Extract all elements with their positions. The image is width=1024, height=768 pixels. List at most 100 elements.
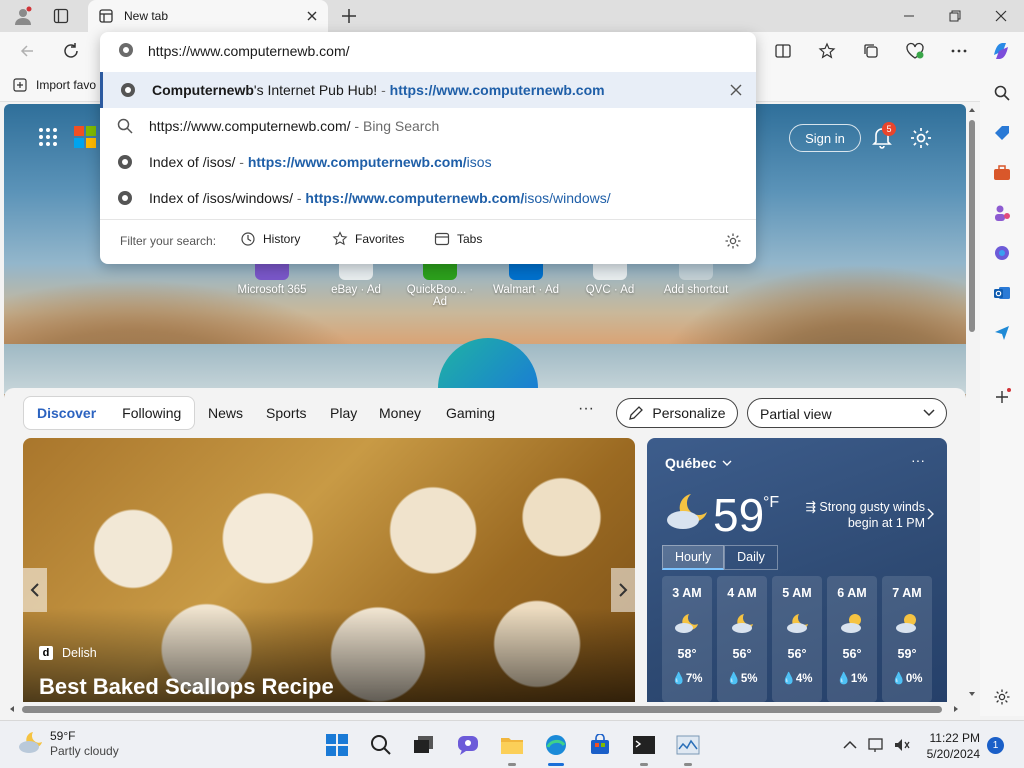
weather-card[interactable]: Québec ··· 59 °F ⇶ Strong gusty winds be…: [647, 438, 947, 702]
windows-taskbar: 59°F Partly cloudy 11:22 PM 5/20/2024 1: [0, 720, 1024, 768]
hour-time: 6 AM: [837, 586, 867, 600]
tools-briefcase-icon[interactable]: [991, 162, 1013, 184]
vertical-scrollbar[interactable]: [966, 104, 978, 702]
taskbar-search-icon[interactable]: [367, 731, 395, 759]
profile-icon[interactable]: [10, 4, 36, 28]
show-hidden-icons-chevron[interactable]: [836, 731, 864, 759]
nav-play[interactable]: Play: [330, 405, 357, 421]
current-temperature: 59: [713, 489, 765, 541]
nav-news[interactable]: News: [208, 405, 243, 421]
games-icon[interactable]: [991, 202, 1013, 224]
edge-taskbar-icon[interactable]: [542, 731, 570, 759]
scroll-down-icon[interactable]: [968, 690, 976, 698]
suggestion-item[interactable]: https://www.computernewb.com/ - Bing Sea…: [100, 108, 756, 144]
tab-discover[interactable]: Discover: [24, 405, 109, 421]
view-mode-select[interactable]: Partial view: [747, 398, 947, 428]
carousel-prev-button[interactable]: [23, 568, 47, 612]
more-nav-icon[interactable]: ···: [578, 400, 594, 418]
carousel-next-button[interactable]: [611, 568, 635, 612]
close-tab-icon[interactable]: [304, 8, 320, 24]
clock[interactable]: 11:22 PM 5/20/2024: [924, 730, 980, 762]
copilot-icon[interactable]: [988, 39, 1014, 63]
weather-location[interactable]: Québec: [665, 455, 732, 471]
nav-gaming[interactable]: Gaming: [446, 405, 495, 421]
back-button[interactable]: [14, 39, 40, 63]
address-input[interactable]: https://www.computernewb.com/: [148, 43, 350, 59]
new-tab-button[interactable]: [338, 4, 360, 28]
tab-daily[interactable]: Daily: [724, 545, 778, 570]
featured-article-card[interactable]: d Delish Best Baked Scallops Recipe: [23, 438, 635, 702]
tab-actions-icon[interactable]: [48, 4, 74, 28]
microsoft-365-icon[interactable]: [991, 242, 1013, 264]
weather-widget-icon[interactable]: [18, 729, 44, 755]
notification-center-badge[interactable]: 1: [987, 737, 1004, 754]
scroll-left-icon[interactable]: [8, 705, 16, 713]
restore-button[interactable]: [932, 0, 978, 32]
nav-sports[interactable]: Sports: [266, 405, 306, 421]
sign-in-button[interactable]: Sign in: [789, 124, 861, 152]
forecast-tabs: Hourly Daily: [662, 545, 778, 570]
sidebar-settings-gear-icon[interactable]: [991, 686, 1013, 708]
browser-essentials-icon[interactable]: [902, 39, 928, 63]
minimize-button[interactable]: [886, 0, 932, 32]
sidebar-search-icon[interactable]: [991, 82, 1013, 104]
add-sidebar-app-icon[interactable]: [991, 386, 1013, 408]
page-settings-gear-icon[interactable]: [909, 126, 933, 150]
chat-icon[interactable]: [454, 731, 482, 759]
search-settings-gear-icon[interactable]: [724, 232, 742, 250]
remove-suggestion-icon[interactable]: [728, 82, 744, 98]
drop-send-icon[interactable]: [991, 322, 1013, 344]
tile-label: eBay · Ad: [331, 284, 381, 296]
horizontal-scrollbar[interactable]: [4, 702, 966, 716]
tab-strip: New tab: [0, 0, 1024, 32]
chevron-right-icon[interactable]: [927, 508, 935, 520]
outlook-icon[interactable]: [991, 282, 1013, 304]
start-button[interactable]: [323, 731, 351, 759]
hour-item: 3 AM 58° 💧7%: [662, 576, 712, 702]
chevron-down-icon: [722, 460, 732, 466]
scroll-right-icon[interactable]: [952, 705, 960, 713]
app-launcher-icon[interactable]: [38, 127, 58, 147]
settings-more-icon[interactable]: [946, 39, 972, 63]
shopping-tag-icon[interactable]: [991, 122, 1013, 144]
address-bar-dropdown: https://www.computernewb.com/ Computerne…: [100, 32, 756, 264]
hour-item: 5 AM 56° 💧4%: [772, 576, 822, 702]
weather-widget[interactable]: 59°F Partly cloudy: [50, 729, 119, 759]
nav-money[interactable]: Money: [379, 405, 421, 421]
filter-tabs-button[interactable]: Tabs: [434, 231, 482, 247]
filter-history-button[interactable]: History: [240, 231, 300, 247]
suggestion-item[interactable]: Computernewb's Internet Pub Hub! - https…: [100, 72, 756, 108]
network-icon[interactable]: [862, 731, 890, 759]
filter-favorites-button[interactable]: Favorites: [332, 231, 404, 247]
vertical-scroll-thumb[interactable]: [969, 120, 975, 332]
article-headline[interactable]: Best Baked Scallops Recipe: [39, 674, 334, 700]
tab-hourly[interactable]: Hourly: [662, 545, 725, 570]
horizontal-scroll-thumb[interactable]: [22, 706, 942, 713]
tab-following[interactable]: Following: [109, 405, 194, 421]
partly-cloudy-night-icon: [667, 494, 707, 529]
refresh-button[interactable]: [58, 39, 84, 63]
weather-more-icon[interactable]: ···: [911, 452, 925, 468]
microsoft-store-icon[interactable]: [586, 731, 614, 759]
split-screen-icon[interactable]: [770, 39, 796, 63]
favorites-icon[interactable]: [814, 39, 840, 63]
suggestion-item[interactable]: Index of /isos/ - https://www.computerne…: [100, 144, 756, 180]
collections-icon[interactable]: [858, 39, 884, 63]
personalize-button[interactable]: Personalize: [616, 398, 738, 428]
volume-muted-icon[interactable]: [888, 731, 916, 759]
terminal-icon[interactable]: [630, 731, 658, 759]
hour-temp: 56°: [787, 647, 807, 661]
tab-new-tab[interactable]: New tab: [88, 0, 328, 32]
import-favorites-link[interactable]: Import favo: [12, 77, 96, 93]
hour-precip: 💧4%: [781, 673, 813, 685]
file-explorer-icon[interactable]: [498, 731, 526, 759]
pencil-icon: [629, 406, 644, 420]
scroll-up-icon[interactable]: [968, 106, 976, 114]
close-window-button[interactable]: [978, 0, 1024, 32]
task-view-icon[interactable]: [410, 731, 438, 759]
suggestion-item[interactable]: Index of /isos/windows/ - https://www.co…: [100, 180, 756, 216]
hour-time: 3 AM: [672, 586, 702, 600]
weather-alert[interactable]: ⇶ Strong gusty winds begin at 1 PM: [795, 499, 925, 531]
clock-date: 5/20/2024: [926, 747, 980, 761]
task-manager-icon[interactable]: [674, 731, 702, 759]
